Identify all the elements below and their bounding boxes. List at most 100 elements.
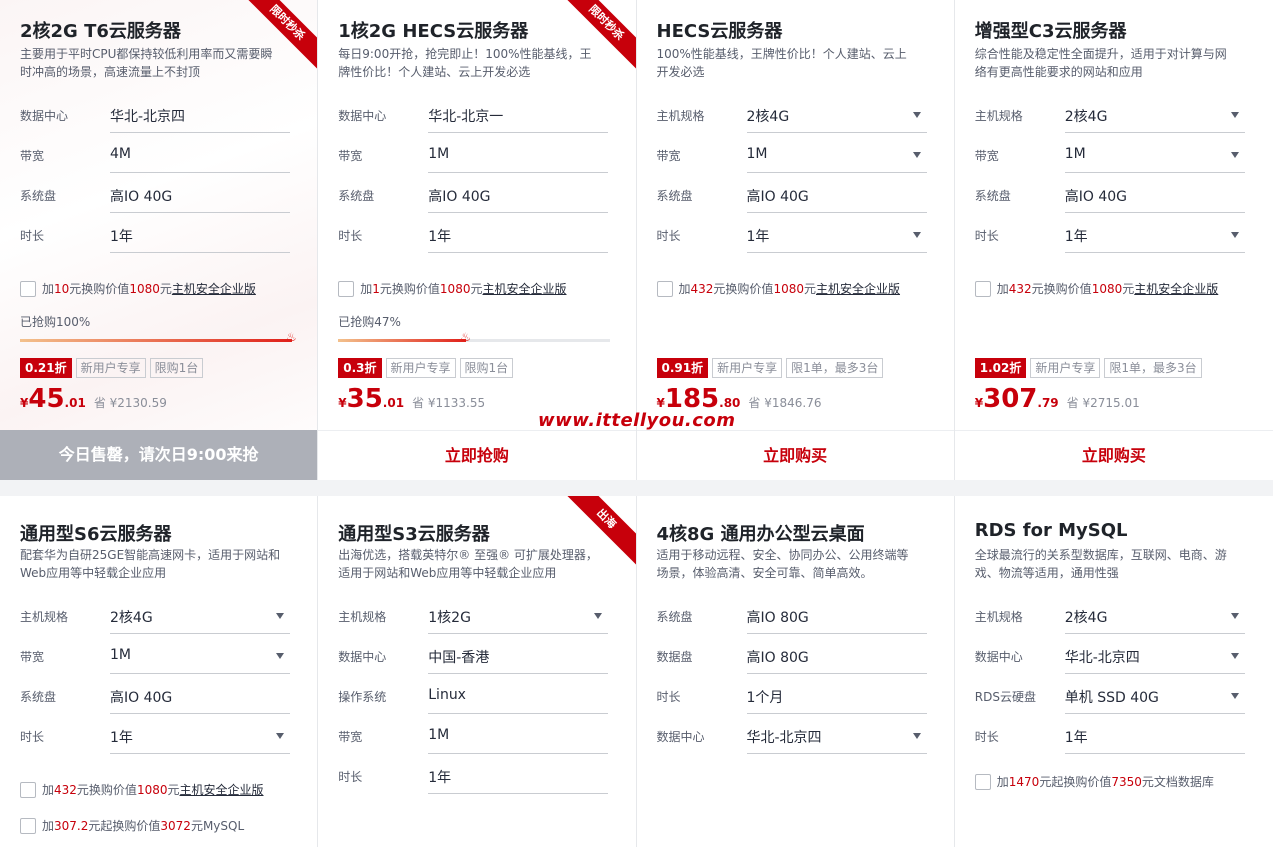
spec-datacenter: 数据中心 华北-北京四 — [20, 97, 292, 137]
spec-instance-type[interactable]: 主机规格 2核4G — [657, 97, 929, 137]
spec-duration[interactable]: 时长 1年 — [20, 718, 292, 758]
spec-system-disk: 系统盘 高IO 40G — [20, 177, 292, 217]
buy-now-button[interactable]: 立即购买 — [636, 430, 954, 480]
checkbox[interactable] — [20, 280, 36, 297]
spec-label: 主机规格 — [338, 610, 387, 624]
progress-label: 已抢购47% — [338, 315, 401, 329]
spec-value: 高IO 40G — [746, 177, 927, 213]
product-card-hecs-1c2g: 限时秒杀 1核2G HECS云服务器 每日9:00开抢，抢完即止！100%性能基… — [318, 0, 637, 480]
spec-value: 中国-香港 — [428, 638, 609, 674]
addon-security-checkbox[interactable]: 加432元换购价值1080元主机安全企业版 — [974, 280, 1218, 297]
new-user-tag: 新用户专享 — [75, 358, 146, 378]
spec-select[interactable]: 1M — [1064, 137, 1245, 173]
spec-select[interactable]: 1核2G — [428, 598, 609, 634]
spec-select[interactable]: 1M — [746, 137, 927, 173]
product-card-t6: 限时秒杀 2核2G T6云服务器 主要用于平时CPU都保持较低利用率而又需要瞬时… — [0, 0, 319, 480]
spec-select[interactable]: 单机 SSD 40G — [1064, 678, 1245, 714]
addon-link[interactable]: 主机安全企业版 — [482, 282, 566, 296]
spec-instance-type[interactable]: 主机规格 2核4G — [975, 598, 1247, 638]
chevron-down-icon — [912, 232, 921, 238]
addon-security-checkbox[interactable]: 加432元换购价值1080元主机安全企业版 — [656, 280, 900, 297]
addon-security-checkbox[interactable]: 加1元换购价值1080元主机安全企业版 — [338, 280, 567, 297]
buy-now-button[interactable]: 立即购买 — [954, 430, 1273, 480]
addon-mysql-checkbox[interactable]: 加307.2元起换购价值3072元MySQL — [20, 817, 244, 834]
spec-label: 操作系统 — [338, 690, 387, 704]
spec-datacenter[interactable]: 数据中心 华北-北京四 — [975, 638, 1247, 678]
spec-label: 时长 — [974, 229, 999, 243]
chevron-down-icon — [1230, 613, 1239, 619]
product-row-2: 通用型S6云服务器 配套华为自研25GE智能高速网卡，适用于网站和Web应用等中… — [0, 496, 1273, 847]
spec-select[interactable]: 2核4G — [110, 598, 290, 634]
spec-label: 数据中心 — [338, 109, 387, 123]
tag-list: 0.91折 新用户专享 限1单，最多3台 — [656, 358, 884, 378]
spec-duration: 时长 1年 — [20, 217, 292, 257]
addon-link[interactable]: 主机安全企业版 — [1134, 282, 1218, 296]
spec-select[interactable]: 1M — [110, 638, 290, 674]
spec-duration: 时长 1个月 — [657, 678, 929, 718]
addon-link[interactable]: 主机安全企业版 — [180, 783, 264, 797]
spec-label: 带宽 — [338, 730, 363, 744]
spec-value: 1年 — [110, 217, 290, 253]
spec-select[interactable]: 2核4G — [746, 97, 927, 133]
spec-instance-type[interactable]: 主机规格 2核4G — [975, 97, 1247, 137]
spec-duration[interactable]: 时长 1年 — [975, 217, 1247, 257]
addon-security-checkbox[interactable]: 加10元换购价值1080元主机安全企业版 — [20, 280, 256, 297]
spec-label: 时长 — [20, 229, 45, 243]
card-description: 适用于移动远程、安全、协同办公、公用终端等场景，体验高清、安全可靠、简单高效。 — [656, 548, 909, 580]
checkbox[interactable] — [974, 280, 991, 297]
spec-value: 1M — [428, 718, 609, 754]
addon-security-checkbox[interactable]: 加432元换购价值1080元主机安全企业版 — [20, 781, 264, 798]
spec-bandwidth: 带宽 4M — [20, 137, 292, 177]
spec-value: 高IO 40G — [1064, 177, 1245, 213]
card-title: 增强型C3云服务器 — [974, 21, 1127, 42]
discount-tag: 0.3折 — [338, 358, 382, 378]
spec-select[interactable]: 2核4G — [1064, 598, 1245, 634]
spec-select[interactable]: 华北-北京四 — [746, 718, 927, 754]
spec-bandwidth[interactable]: 带宽 1M — [657, 137, 929, 177]
checkbox[interactable] — [974, 773, 991, 790]
spec-select[interactable]: 1年 — [1064, 217, 1245, 253]
checkbox[interactable] — [656, 280, 673, 297]
spec-select[interactable]: 1年 — [746, 217, 927, 253]
spec-bandwidth[interactable]: 带宽 1M — [975, 137, 1247, 177]
product-card-c3: 增强型C3云服务器 综合性能及稳定性全面提升，适用于对计算与网络有更高性能要求的… — [954, 0, 1273, 480]
limit-tag: 限购1台 — [459, 358, 514, 378]
row-divider — [0, 480, 1273, 496]
checkbox[interactable] — [20, 781, 36, 798]
spec-value: 1年 — [1064, 718, 1245, 754]
spec-label: 时长 — [974, 730, 999, 744]
addon-link[interactable]: 主机安全企业版 — [172, 282, 256, 296]
spec-select[interactable]: 1年 — [110, 718, 290, 754]
spec-bandwidth[interactable]: 带宽 1M — [20, 638, 292, 678]
spec-instance-type[interactable]: 主机规格 2核4G — [20, 598, 292, 638]
addon-docdb-checkbox[interactable]: 加1470元起换购价值7350元文档数据库 — [974, 773, 1214, 790]
spec-rds-disk[interactable]: RDS云硬盘 单机 SSD 40G — [975, 678, 1247, 718]
sold-out-button[interactable]: 今日售罄，请次日9:00来抢 — [0, 430, 318, 480]
spec-system-disk: 系统盘 高IO 40G — [20, 678, 292, 718]
spec-instance-type[interactable]: 主机规格 1核2G — [338, 598, 610, 638]
addon-link[interactable]: 主机安全企业版 — [816, 282, 900, 296]
card-title: RDS for MySQL — [974, 520, 1128, 541]
spec-datacenter[interactable]: 数据中心 华北-北京四 — [657, 718, 929, 758]
checkbox[interactable] — [20, 817, 36, 834]
product-card-s3: 出海 通用型S3云服务器 出海优选，搭载英特尔® 至强® 可扩展处理器，适用于网… — [318, 496, 637, 847]
checkbox[interactable] — [338, 280, 355, 297]
spec-label: 系统盘 — [20, 690, 57, 704]
buy-now-button[interactable]: 立即抢购 — [318, 430, 636, 480]
spec-label: 系统盘 — [338, 189, 375, 203]
spec-select[interactable]: 2核4G — [1064, 97, 1245, 133]
spec-value: 华北-北京一 — [428, 97, 609, 133]
spec-label: 带宽 — [974, 149, 999, 163]
site-watermark: www.ittellyou.com — [538, 410, 736, 431]
spec-select[interactable]: 华北-北京四 — [1064, 638, 1245, 674]
saving-amount: 省 ¥1846.76 — [748, 396, 822, 410]
spec-data-disk: 数据盘 高IO 80G — [657, 638, 929, 678]
progress-fill — [20, 339, 292, 342]
product-card-hecs: HECS云服务器 100%性能基线，王牌性价比！个人建站、云上开发必选 主机规格… — [636, 0, 955, 480]
chevron-down-icon — [912, 112, 921, 118]
chevron-down-icon — [594, 613, 603, 619]
spec-label: 系统盘 — [974, 189, 1011, 203]
spec-label: 带宽 — [656, 149, 681, 163]
spec-duration[interactable]: 时长 1年 — [657, 217, 929, 257]
card-description: 主要用于平时CPU都保持较低利用率而又需要瞬时冲高的场景，高速流量上不封顶 — [20, 47, 273, 79]
